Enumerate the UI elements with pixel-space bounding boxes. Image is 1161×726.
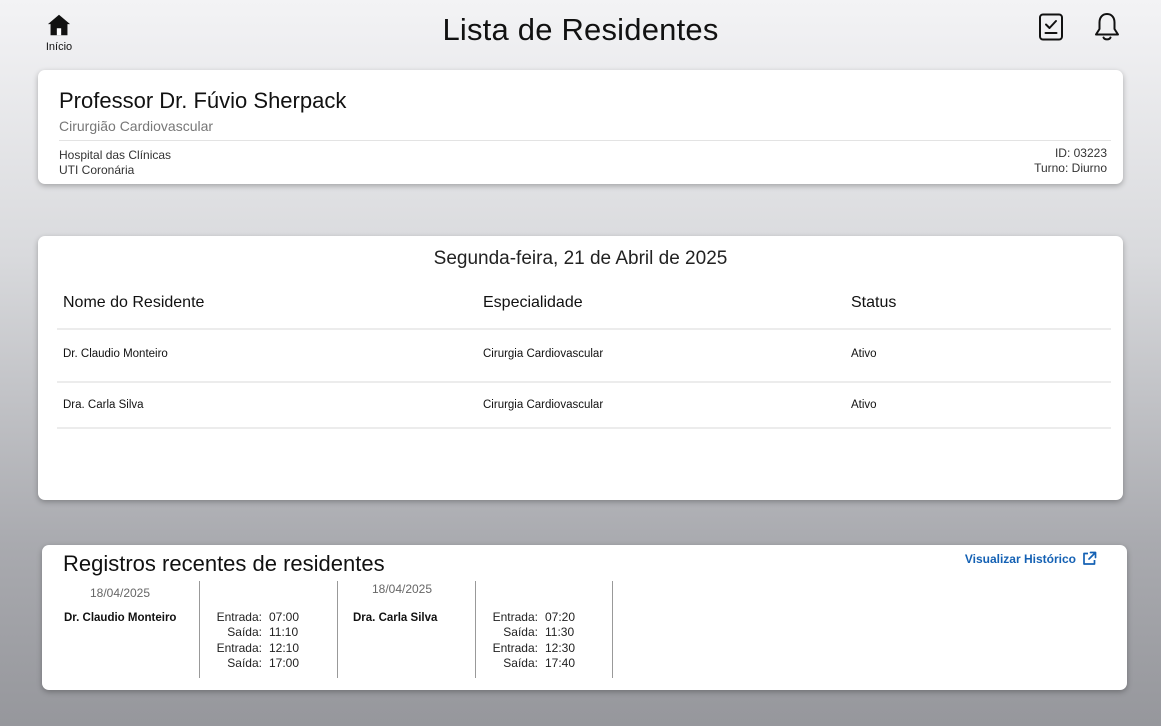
- external-link-icon: [1083, 551, 1097, 565]
- resident-name: Dr. Claudio Monteiro: [63, 348, 168, 360]
- row-divider: [57, 427, 1111, 429]
- time-value: 17:40: [545, 655, 576, 670]
- column-header-name: Nome do Residente: [63, 294, 205, 311]
- time-row: Saída: 11:10: [216, 625, 299, 640]
- time-value: 07:20: [545, 610, 576, 624]
- records-title: Registros recentes de residentes: [63, 551, 385, 576]
- profile-meta: ID: 03223 Turno: Diurno: [1034, 146, 1107, 176]
- column-separator: [475, 581, 476, 678]
- time-row: Entrada: 07:20: [492, 610, 575, 625]
- time-value: 11:10: [269, 625, 299, 640]
- time-label: Saída:: [503, 655, 538, 670]
- clipboard-button[interactable]: [1035, 10, 1067, 44]
- time-label: Saída:: [227, 655, 262, 670]
- time-row: Saída: 11:30: [492, 625, 575, 640]
- row-divider: [57, 328, 1111, 330]
- residents-card: Segunda-feira, 21 de Abril de 2025 Nome …: [38, 236, 1123, 500]
- current-date: Segunda-feira, 21 de Abril de 2025: [433, 248, 728, 269]
- column-separator: [199, 581, 200, 678]
- column-separator: [612, 581, 613, 678]
- resident-name: Dra. Carla Silva: [63, 399, 144, 411]
- time-row: Saída: 17:00: [216, 656, 299, 671]
- time-label: Entrada:: [216, 610, 262, 624]
- record-date: 18/04/2025: [89, 586, 151, 600]
- profile-location: Hospital das Clínicas UTI Coronária: [59, 148, 171, 178]
- record-resident-name: Dr. Claudio Monteiro: [64, 612, 177, 624]
- view-history-link[interactable]: Visualizar Histórico: [965, 551, 1097, 566]
- time-row: Entrada: 12:30: [492, 641, 575, 656]
- time-value: 07:00: [269, 610, 300, 624]
- resident-status: Ativo: [851, 399, 877, 411]
- time-value: 17:00: [269, 655, 300, 670]
- page-title: Lista de Residentes: [442, 12, 719, 47]
- notifications-button[interactable]: [1091, 10, 1123, 44]
- resident-specialty: Cirurgia Cardiovascular: [483, 348, 604, 360]
- time-value: 12:10: [269, 640, 300, 655]
- profile-id: ID: 03223: [1054, 146, 1107, 160]
- record-resident-name: Dra. Carla Silva: [353, 612, 438, 624]
- record-times: Entrada: 07:20 Saída: 11:30 Entrada: 12:30 …: [492, 610, 575, 671]
- resident-status: Ativo: [851, 348, 877, 360]
- bell-icon: [1095, 13, 1119, 41]
- resident-specialty: Cirurgia Cardiovascular: [483, 399, 604, 411]
- time-row: Entrada: 07:00: [216, 610, 299, 625]
- time-label: Entrada:: [492, 640, 538, 655]
- column-header-status: Status: [851, 294, 897, 311]
- record-date: 18/04/2025: [371, 582, 433, 596]
- view-history-label: Visualizar Histórico: [964, 551, 1076, 566]
- column-separator: [337, 581, 338, 678]
- profile-name: Professor Dr. Fúvio Sherpack: [59, 88, 347, 113]
- column-header-specialty: Especialidade: [483, 294, 583, 311]
- time-label: Entrada:: [216, 640, 262, 655]
- row-divider: [57, 381, 1111, 383]
- time-label: Entrada:: [492, 610, 538, 624]
- profile-specialty: Cirurgião Cardiovascular: [59, 118, 214, 134]
- recent-records-card: Registros recentes de residentes Visuali…: [42, 545, 1127, 690]
- record-times: Entrada: 07:00 Saída: 11:10 Entrada: 12:10 …: [216, 610, 299, 671]
- profile-card: Professor Dr. Fúvio Sherpack Cirurgião C…: [38, 70, 1123, 184]
- profile-unit: UTI Coronária: [59, 163, 135, 177]
- time-row: Entrada: 12:10: [216, 641, 299, 656]
- time-label: Saída:: [503, 625, 538, 640]
- divider: [59, 140, 1111, 141]
- time-label: Saída:: [227, 625, 262, 640]
- time-value: 11:30: [545, 625, 575, 640]
- clipboard-check-icon: [1039, 13, 1063, 41]
- profile-shift: Turno: Diurno: [1034, 161, 1107, 175]
- time-row: Saída: 17:40: [492, 656, 575, 671]
- time-value: 12:30: [545, 640, 576, 655]
- profile-hospital: Hospital das Clínicas: [59, 148, 172, 162]
